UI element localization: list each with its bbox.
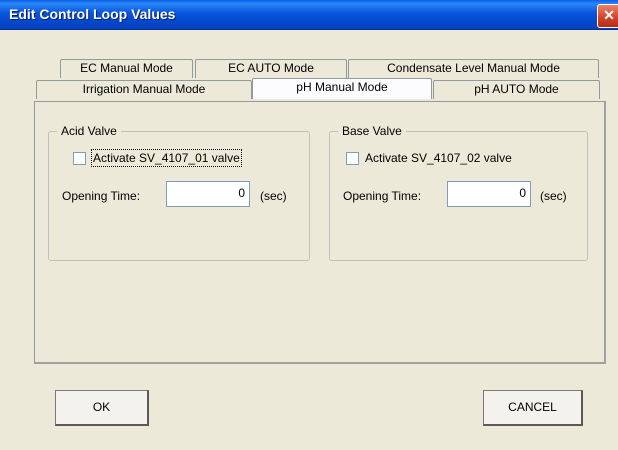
tab-ph-auto-mode[interactable]: pH AUTO Mode (433, 80, 600, 99)
base-valve-checkbox-label[interactable]: Activate SV_4107_02 valve (365, 151, 512, 165)
base-opening-time-input[interactable]: 0 (447, 181, 531, 207)
base-valve-group: Base Valve Activate SV_4107_02 valve Ope… (329, 124, 588, 261)
base-valve-title: Base Valve (338, 124, 406, 138)
acid-opening-time-label: Opening Time: (62, 189, 141, 203)
close-button[interactable]: ✕ (597, 4, 618, 28)
tab-ec-auto-mode[interactable]: EC AUTO Mode (195, 59, 347, 78)
base-opening-time-unit: (sec) (540, 189, 567, 203)
acid-valve-group: Acid Valve Activate SV_4107_01 valve Ope… (48, 124, 310, 261)
close-icon: ✕ (603, 7, 615, 23)
tab-label: EC AUTO Mode (228, 61, 314, 75)
ok-button[interactable]: OK (55, 390, 149, 426)
tab-label: EC Manual Mode (80, 61, 173, 75)
base-valve-checkbox[interactable] (346, 152, 359, 165)
acid-valve-checkbox-label[interactable]: Activate SV_4107_01 valve (91, 149, 242, 167)
tab-condensate-level-manual-mode[interactable]: Condensate Level Manual Mode (348, 59, 599, 78)
cancel-button[interactable]: CANCEL (483, 390, 583, 426)
tab-label: pH Manual Mode (296, 80, 388, 94)
tab-irrigation-manual-mode[interactable]: Irrigation Manual Mode (36, 80, 252, 99)
tab-label: pH AUTO Mode (474, 82, 559, 96)
acid-opening-time-input[interactable]: 0 (166, 181, 250, 207)
tab-panel-ph-manual-mode: Acid Valve Activate SV_4107_01 valve Ope… (34, 101, 606, 364)
tab-label: Condensate Level Manual Mode (387, 61, 560, 75)
tab-ph-manual-mode[interactable]: pH Manual Mode (252, 78, 432, 99)
acid-valve-title: Acid Valve (57, 124, 121, 138)
acid-valve-checkbox[interactable] (73, 152, 86, 165)
tab-ec-manual-mode[interactable]: EC Manual Mode (60, 59, 193, 78)
tab-label: Irrigation Manual Mode (82, 82, 206, 96)
base-opening-time-label: Opening Time: (343, 189, 422, 203)
window-title: Edit Control Loop Values (9, 6, 176, 22)
acid-opening-time-unit: (sec) (260, 189, 287, 203)
title-bar: Edit Control Loop Values ✕ (0, 0, 618, 30)
